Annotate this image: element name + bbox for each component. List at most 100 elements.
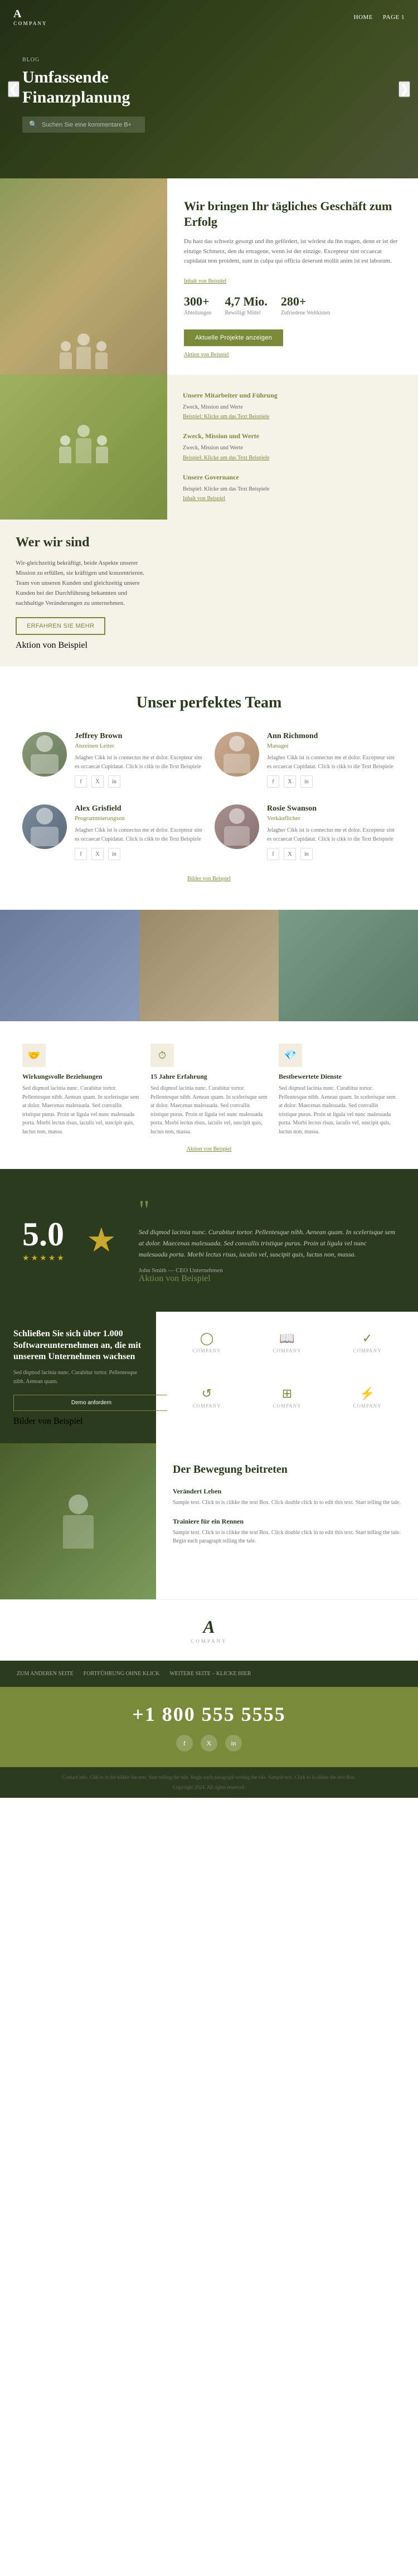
partners-link[interactable]: Bilder von Beispiel <box>13 1416 82 1426</box>
nav-page1[interactable]: PAGE 1 <box>383 14 405 21</box>
social-fb-ann[interactable]: f <box>267 775 279 788</box>
partner-logo-5: ⊞ COMPANY <box>247 1378 327 1417</box>
hero-nav: A COMPANY HOME PAGE 1 <box>0 0 418 34</box>
bring-link2[interactable]: Aktion von Beispiel <box>184 352 229 358</box>
hero-prev-button[interactable]: ❮ <box>8 81 20 98</box>
service-body-2: Sed diqmod lacinia nunc. Curabitur torto… <box>150 1084 268 1136</box>
social-icons-alex: f X in <box>75 848 203 860</box>
people-group <box>0 178 167 375</box>
partners-demo-button[interactable]: Demo anfordern <box>13 1395 169 1411</box>
rating-stars: ★ ★ ★ ★ ★ <box>22 1254 64 1263</box>
who-learn-btn[interactable]: ERFAHREN SIE MEHR <box>16 617 105 635</box>
social-in-jeffrey[interactable]: in <box>108 775 120 788</box>
partner-icon-6: ⚡ <box>359 1386 375 1401</box>
social-fb-alex[interactable]: f <box>75 848 87 860</box>
partner-label-1: COMPANY <box>192 1348 221 1354</box>
service-body-1: Sed diqmod lacinia nunc. Curabitur torto… <box>22 1084 139 1136</box>
movement-title: Der Bewegung beitreten <box>173 1463 401 1476</box>
stats-row: 300+ Abteilungen 4,7 Mio. Bewilligt Mitt… <box>184 294 401 316</box>
movement-image <box>0 1443 156 1599</box>
hero-next-button[interactable]: ❯ <box>398 81 410 98</box>
rating-link[interactable]: Aktion von Beispiel <box>139 1274 211 1283</box>
partner-logo-4: ↺ COMPANY <box>167 1378 246 1417</box>
info-2-body: Zweck, Mission und Werte <box>183 444 402 453</box>
bring-link1[interactable]: Inhalt von Beispiel <box>184 278 226 284</box>
movement-section: Der Bewegung beitreten Verändert Leben S… <box>0 1443 418 1599</box>
info-1-link[interactable]: Beispiel: Klicke um das Text Beispiele <box>183 414 402 420</box>
footer-social-in[interactable]: in <box>225 1735 242 1752</box>
movement-item-1-body: Sample text. Click to is clikke the text… <box>173 1498 401 1507</box>
team-bio-rosie: Jelagher Cikk ist is connectus me et dol… <box>267 826 396 843</box>
service-icon-box-2: ⏱ <box>150 1044 174 1067</box>
star-3: ★ <box>40 1254 47 1263</box>
team-role-alex: Programmierungson <box>75 815 203 822</box>
team-role-rosie: Verkäuflicher <box>267 815 396 822</box>
social-in-alex[interactable]: in <box>108 848 120 860</box>
social-x-ann[interactable]: X <box>284 775 296 788</box>
partners-link-wrap: Bilder von Beispiel <box>13 1416 143 1427</box>
bring-cta-button[interactable]: Aktuelle Projekte anzeigen <box>184 329 283 346</box>
team-bio-ann: Jelagher Cikk ist is connectus me et dol… <box>267 754 396 771</box>
footer-nav-link-3[interactable]: WEITERE SEITE – KLICKE HIER <box>169 1671 251 1677</box>
stat-1-number: 300+ <box>184 294 211 309</box>
services-link[interactable]: Aktion von Beispiel <box>22 1146 396 1152</box>
social-icons-jeffrey: f X in <box>75 775 203 788</box>
stat-3-label: Zufriedene Weltkisten <box>281 310 330 316</box>
services-grid: 🤝 Wirkungsvolle Beziehungen Sed diqmod l… <box>22 1044 396 1136</box>
info-1-body: Zweck, Mission und Werte <box>183 403 402 412</box>
search-icon: 🔍 <box>29 120 37 129</box>
partner-label-2: COMPANY <box>273 1348 301 1354</box>
team-card-rosie: Rosie Swanson Verkäuflicher Jelagher Cik… <box>215 804 396 860</box>
partners-title: Schließen Sie sich über 1.000 Softwareun… <box>13 1328 143 1363</box>
footer-social-fb[interactable]: f <box>176 1735 193 1752</box>
person-3 <box>95 341 108 369</box>
footer-social-x[interactable]: X <box>201 1735 217 1752</box>
service-card-3: 💎 Bestbewertete Dienste Sed diqmod lacin… <box>279 1044 396 1136</box>
team-link[interactable]: Bilder von Beispiel <box>22 876 396 882</box>
team-card-jeffrey: Jeffrey Brown Anzeinen Leiter Jelagher C… <box>22 732 203 788</box>
stat-2: 4,7 Mio. Bewilligt Mittel <box>225 294 267 316</box>
service-title-1: Wirkungsvolle Beziehungen <box>22 1073 139 1081</box>
team-avatar-alex <box>22 804 67 849</box>
team-avatar-ann <box>215 732 259 777</box>
footer-nav-link-2[interactable]: FORTFÜHRUNG OHNE KLICK <box>84 1671 160 1677</box>
info-2-link[interactable]: Beispiel: Klicke um das Text Beispiele <box>183 455 402 461</box>
service-icon-box-1: 🤝 <box>22 1044 46 1067</box>
social-x-rosie[interactable]: X <box>284 848 296 860</box>
team-info-jeffrey: Jeffrey Brown Anzeinen Leiter Jelagher C… <box>75 732 203 788</box>
info-3-body: Beispiel: Klicke um das Text Beispiele <box>183 485 402 494</box>
clock-icon: ⏱ <box>158 1050 166 1061</box>
info-block-1: Unsere Mitarbeiter und Führung Zweck, Mi… <box>183 391 402 420</box>
rating-number-area: 5.0 ★ ★ ★ ★ ★ <box>22 1215 64 1265</box>
social-in-ann[interactable]: in <box>300 775 313 788</box>
hero-search-box[interactable]: 🔍 <box>22 117 145 133</box>
stat-1-label: Abteilungen <box>184 310 211 316</box>
image-3 <box>279 910 418 1021</box>
partner-icon-4: ↺ <box>202 1386 212 1401</box>
social-x-jeffrey[interactable]: X <box>91 775 104 788</box>
service-icon-box-3: 💎 <box>279 1044 302 1067</box>
search-input[interactable] <box>42 122 131 128</box>
movement-item-2-body: Sample text. Click to is clikke the text… <box>173 1529 401 1546</box>
stat-2-number: 4,7 Mio. <box>225 294 267 309</box>
nav-home[interactable]: HOME <box>354 14 373 21</box>
star-1: ★ <box>22 1254 30 1263</box>
footer-logo-area: A COMPANY <box>0 1599 418 1661</box>
footer-nav-link-1[interactable]: ZUM ANDEREN SEITE <box>17 1671 74 1677</box>
social-x-alex[interactable]: X <box>91 848 104 860</box>
handshake-icon: 🤝 <box>28 1050 40 1061</box>
image-panel-1 <box>0 910 139 1021</box>
star-5: ★ <box>57 1254 64 1263</box>
social-in-rosie[interactable]: in <box>300 848 313 860</box>
social-fb-rosie[interactable]: f <box>267 848 279 860</box>
team-name-rosie: Rosie Swanson <box>267 804 396 813</box>
info-3-title: Unsere Governance <box>183 473 402 482</box>
hero-nav-links: HOME PAGE 1 <box>354 14 405 21</box>
movement-item-2: Trainiere für ein Rennen Sample text. Cl… <box>173 1517 401 1546</box>
social-fb-jeffrey[interactable]: f <box>75 775 87 788</box>
who-link[interactable]: Aktion von Beispiel <box>16 641 88 651</box>
social-icons-rosie: f X in <box>267 848 396 860</box>
info-3-link[interactable]: Inhalt von Beispiel <box>183 496 402 502</box>
bring-image <box>0 178 167 375</box>
stat-1: 300+ Abteilungen <box>184 294 211 316</box>
